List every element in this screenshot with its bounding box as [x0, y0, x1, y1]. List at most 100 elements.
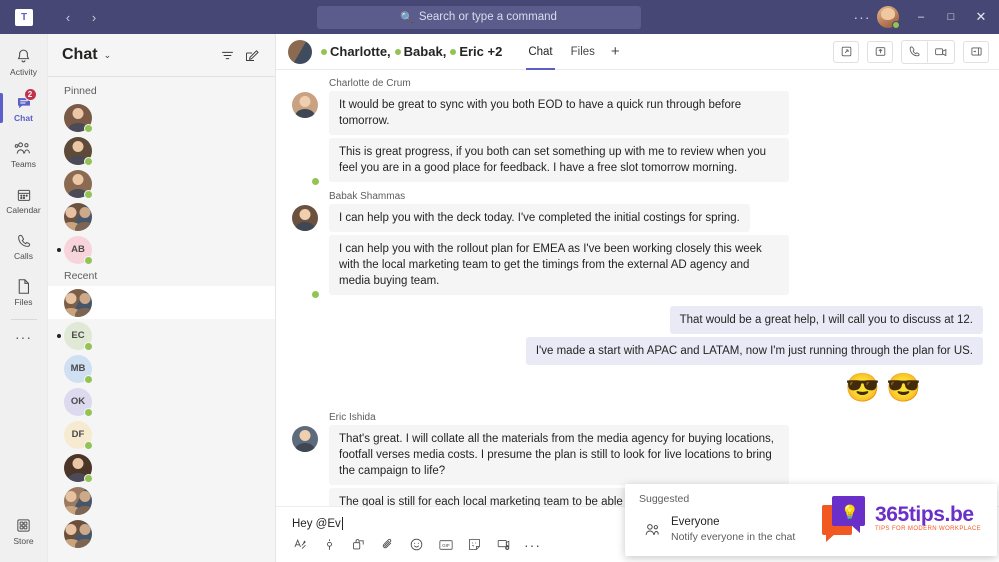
conversation-panel: Charlotte, Babak, Eric +2 Chat Files + C… [276, 34, 999, 562]
call-buttons-group [901, 39, 955, 64]
sidebar-item-teams[interactable]: Teams [0, 131, 48, 177]
presence-available-icon [892, 21, 900, 29]
sidebar-item-store[interactable]: Store [0, 508, 48, 554]
attach-loop-icon[interactable] [350, 536, 367, 553]
message-bubble[interactable]: I can help you with the deck today. I've… [329, 204, 750, 232]
share-to-stage-icon[interactable] [867, 40, 893, 63]
watermark: 💡 365tips.be TIPS FOR MODERN WORKPLACE [821, 496, 981, 540]
list-item[interactable] [48, 517, 275, 550]
giphy-icon[interactable]: GIF [437, 536, 454, 553]
list-item[interactable] [48, 484, 275, 517]
forward-button[interactable]: › [82, 5, 106, 29]
minimize-button[interactable]: – [907, 0, 935, 34]
sidebar-item-activity[interactable]: Activity [0, 39, 48, 85]
sidebar-item-label: Chat [14, 113, 33, 123]
teams-icon [14, 139, 33, 158]
chat-list-group-label: Pinned [64, 85, 97, 97]
presence-available-icon [321, 48, 327, 55]
list-item[interactable] [48, 101, 275, 134]
conversation-avatar [288, 39, 312, 64]
calendar-icon [16, 185, 32, 204]
message-bubble[interactable]: It would be great to sync with you both … [329, 91, 789, 135]
presence-available-icon [84, 255, 93, 265]
chevron-down-icon[interactable]: ⌄ [104, 50, 112, 61]
list-item[interactable] [48, 134, 275, 167]
message-bubble[interactable]: That would be a great help, I will call … [669, 306, 983, 334]
message-bubble[interactable]: That's great. I will collate all the mat… [329, 425, 789, 485]
sidebar-item-label: Activity [10, 67, 37, 77]
teams-window: T ‹ › 🔍 Search or type a command ··· – □… [0, 0, 999, 562]
settings-more-icon[interactable]: ··· [851, 5, 873, 29]
sidebar-item-calendar[interactable]: Calendar [0, 177, 48, 223]
avatar[interactable] [877, 6, 900, 29]
sunglasses-emoji-icon: 😎 [845, 372, 881, 403]
chat-list-header: Chat ⌄ [48, 34, 275, 76]
list-item[interactable]: EC [48, 319, 275, 352]
attach-file-icon[interactable] [379, 536, 396, 553]
open-chat-details-icon[interactable] [963, 40, 989, 63]
unread-dot [54, 247, 64, 252]
audio-call-icon[interactable] [902, 40, 928, 63]
sidebar-item-files[interactable]: Files [0, 269, 48, 315]
avatar: AB [64, 235, 93, 265]
priority-icon[interactable] [321, 536, 338, 553]
filter-icon[interactable] [215, 43, 239, 67]
new-chat-icon[interactable] [239, 43, 263, 67]
sticker-icon[interactable] [466, 536, 483, 553]
message-bubble[interactable]: I've made a start with APAC and LATAM, n… [525, 337, 983, 365]
presence-available-icon [394, 48, 401, 55]
list-item[interactable] [48, 167, 275, 200]
avatar [292, 191, 320, 299]
presence-available-icon [84, 123, 93, 133]
list-item[interactable]: OK [48, 385, 275, 418]
list-item[interactable]: DF [48, 418, 275, 451]
add-tab-button[interactable]: + [603, 43, 628, 60]
close-button[interactable]: ✕ [967, 0, 995, 34]
message-list[interactable]: Charlotte de Crum It would be great to sy… [276, 70, 999, 506]
video-call-icon[interactable] [928, 41, 954, 63]
message-reactions[interactable]: 😎 😎 [845, 374, 921, 402]
list-item[interactable]: AB [48, 233, 275, 266]
suggestion-title: Everyone [671, 516, 720, 528]
tab-files[interactable]: Files [563, 34, 603, 70]
participant-name: Eric +2 [459, 44, 503, 59]
search-area: 🔍 Search or type a command [106, 5, 851, 29]
list-item[interactable]: MB [48, 352, 275, 385]
format-icon[interactable] [292, 536, 309, 553]
rail-more-apps-icon[interactable]: ··· [0, 322, 48, 352]
message-bubble[interactable]: This is great progress, if you both can … [329, 138, 789, 182]
file-icon [16, 277, 31, 296]
chat-list-scroll[interactable]: Pinned AB Recent EC MB OK DF [48, 77, 275, 562]
avatar: DF [64, 420, 93, 450]
conversation-tabs: Chat Files [520, 34, 603, 70]
message-bubble[interactable]: I can help you with the rollout plan for… [329, 235, 789, 295]
message-sender: Babak Shammas [329, 191, 406, 202]
maximize-button[interactable]: □ [937, 0, 965, 34]
avatar-image [64, 519, 92, 548]
sidebar-item-calls[interactable]: Calls [0, 223, 48, 269]
message-group-outgoing: That would be a great help, I will call … [292, 306, 983, 402]
presence-available-icon [450, 48, 457, 55]
avatar-image [64, 486, 92, 515]
presence-available-icon [84, 407, 93, 417]
popout-icon[interactable] [833, 40, 859, 63]
meet-now-icon[interactable] [495, 536, 512, 553]
watermark-text: 365tips.be TIPS FOR MODERN WORKPLACE [875, 504, 981, 533]
phone-icon [16, 231, 32, 250]
more-options-icon[interactable]: ··· [524, 536, 541, 553]
presence-available-icon [84, 374, 93, 384]
list-item[interactable] [48, 286, 275, 319]
emoji-icon[interactable] [408, 536, 425, 553]
back-button[interactable]: ‹ [56, 5, 80, 29]
list-item[interactable] [48, 200, 275, 233]
sidebar-item-chat[interactable]: 2 Chat [0, 85, 48, 131]
list-item[interactable] [48, 451, 275, 484]
search-icon: 🔍 [400, 11, 414, 24]
search-input[interactable]: 🔍 Search or type a command [316, 5, 641, 29]
avatar [64, 103, 93, 133]
tab-chat[interactable]: Chat [520, 34, 560, 70]
presence-available-icon [84, 156, 93, 166]
chat-list-panel: Chat ⌄ Pinned AB Recent EC MB OK DF [48, 34, 276, 562]
avatar [64, 519, 92, 548]
sidebar-item-label: Files [14, 297, 33, 307]
